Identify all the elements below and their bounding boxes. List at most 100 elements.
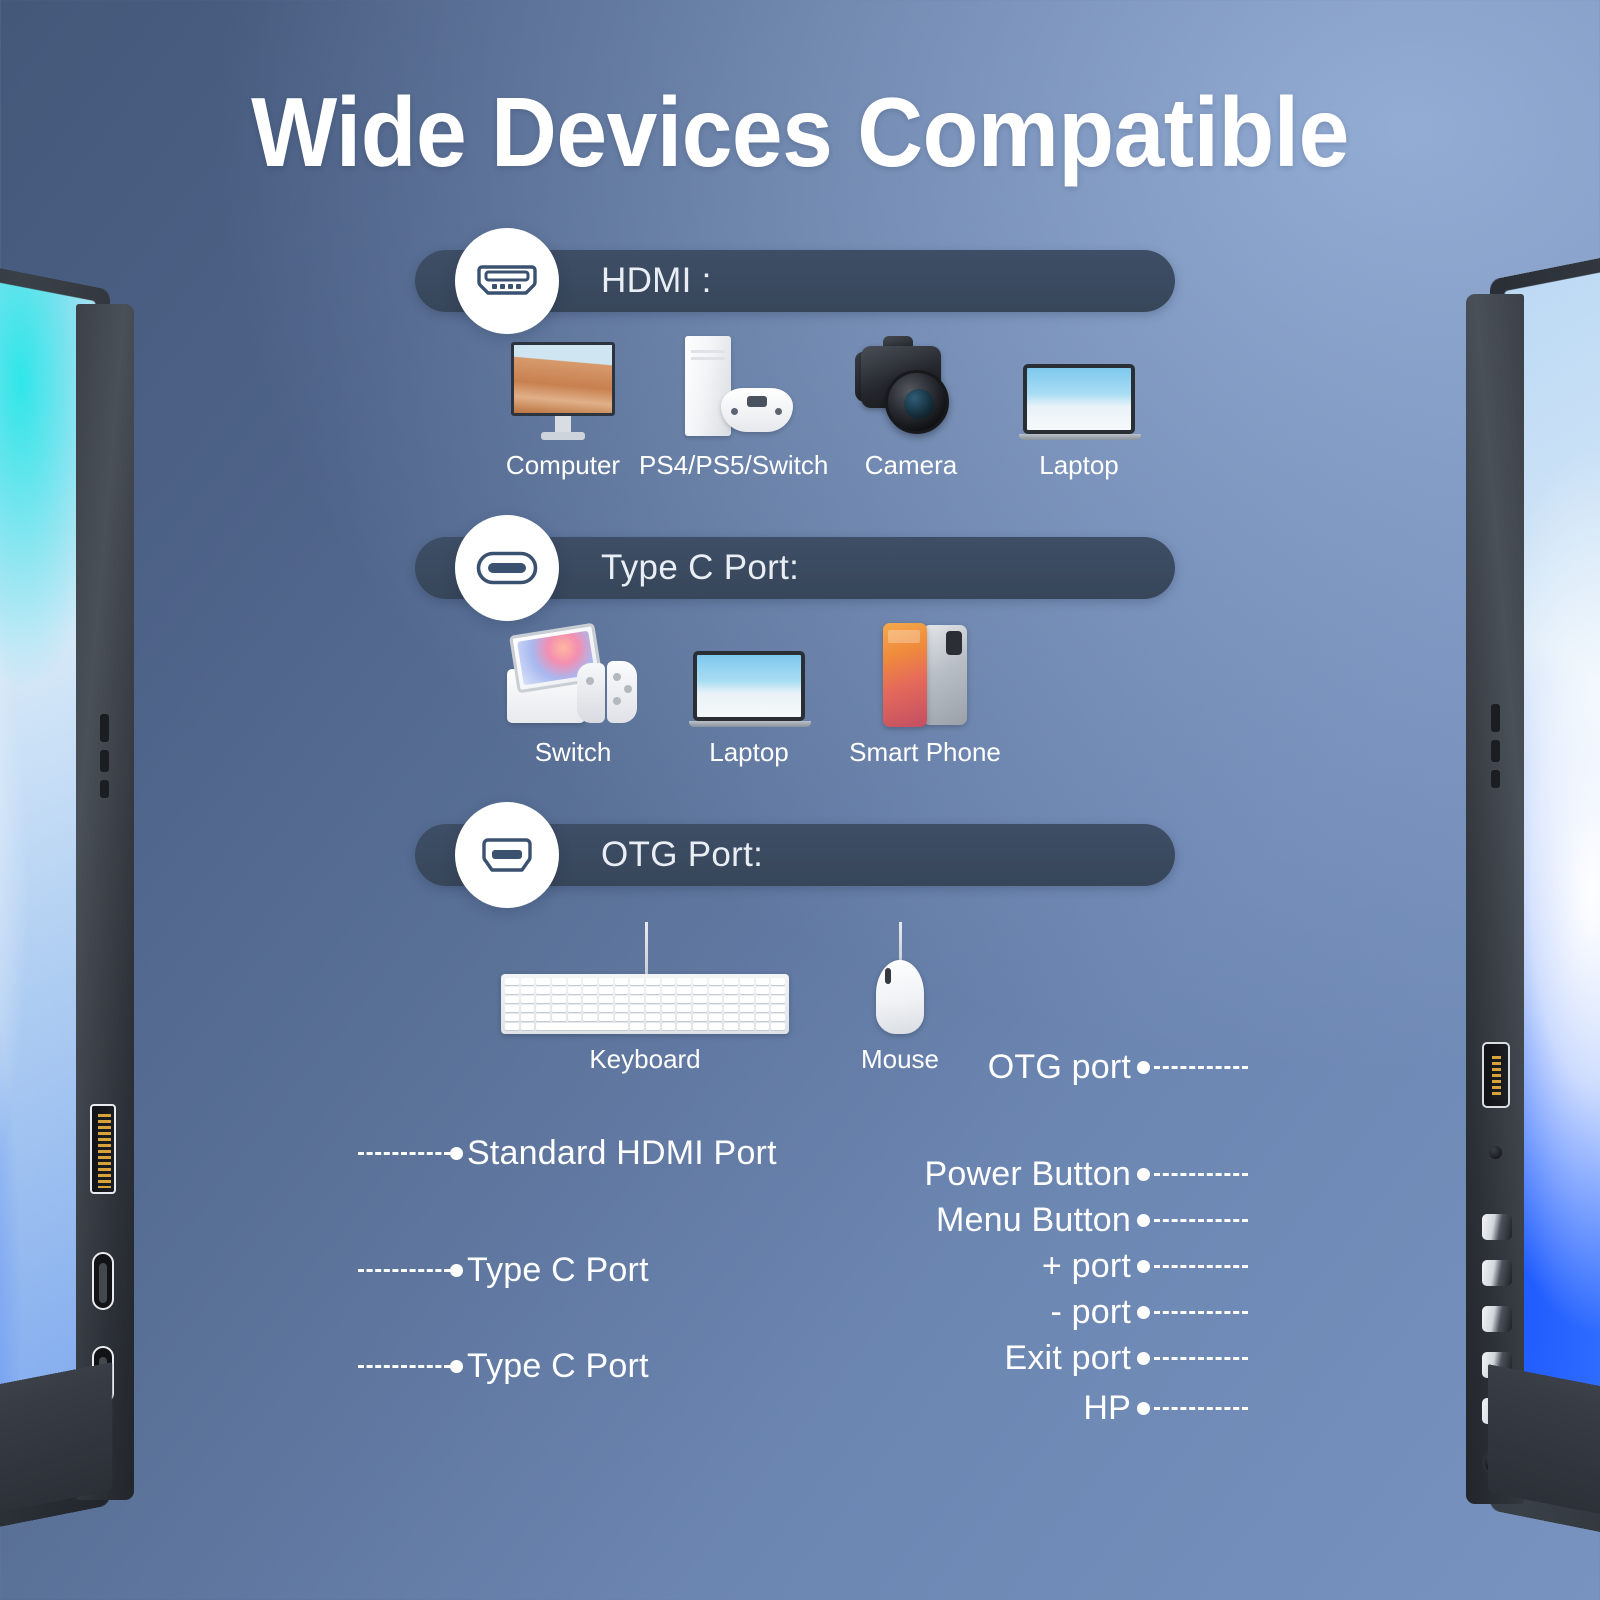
plus-button[interactable] — [1482, 1306, 1512, 1332]
callout-label: Menu Button — [936, 1201, 1131, 1239]
leader-dot — [1137, 1306, 1150, 1319]
callout-label: Power Button — [924, 1155, 1131, 1193]
device-label: Computer — [505, 450, 621, 480]
laptop-icon — [689, 651, 811, 727]
callout-label: + port — [1041, 1247, 1131, 1285]
vent-slot-icon — [100, 714, 109, 742]
section-header-otg: OTG Port: — [415, 802, 1175, 908]
page-title: Wide Devices Compatible — [251, 77, 1349, 187]
led-indicator-icon — [1489, 1146, 1502, 1159]
device-label: Laptop — [1039, 450, 1119, 480]
otg-port-icon — [455, 802, 559, 908]
vent-slot-icon — [1491, 704, 1500, 732]
desktop-monitor-icon — [511, 342, 615, 440]
device-laptop-c: Laptop — [661, 615, 837, 768]
mouse-icon — [864, 922, 936, 1034]
device-computer: Computer — [487, 328, 639, 481]
callout-label: HP — [1083, 1389, 1131, 1427]
dslr-camera-icon — [855, 336, 967, 440]
callout-hdmi-port: Standard HDMI Port — [358, 1134, 777, 1173]
vent-slot-icon — [1491, 770, 1500, 788]
leader-line — [1154, 1407, 1248, 1410]
vent-slot-icon — [100, 750, 109, 772]
laptop-icon — [1019, 364, 1141, 440]
device-camera: Camera — [827, 328, 995, 481]
leader-dot — [1137, 1061, 1150, 1074]
otg-port[interactable] — [1482, 1042, 1510, 1108]
device-label: Smart Phone — [849, 737, 1001, 767]
left-monitor-bottom-bezel — [0, 1362, 112, 1600]
leader-line — [1154, 1311, 1248, 1314]
keyboard-icon — [501, 922, 789, 1034]
device-label: Switch — [534, 737, 612, 767]
callout-label: Type C Port — [467, 1251, 649, 1289]
callout-headphone: HP — [1083, 1389, 1248, 1428]
leader-dot — [450, 1264, 463, 1277]
device-label: Laptop — [709, 737, 789, 767]
device-switch: Switch — [485, 615, 661, 768]
game-console-icon — [669, 336, 797, 440]
left-monitor — [0, 222, 370, 1600]
callout-minus-port: - port — [1050, 1293, 1248, 1332]
leader-line — [1154, 1357, 1248, 1360]
leader-line — [358, 1365, 450, 1368]
callout-menu-button: Menu Button — [936, 1201, 1248, 1240]
leader-dot — [450, 1360, 463, 1373]
callout-label: OTG port — [987, 1048, 1131, 1086]
compatibility-panel: HDMI : Computer PS4/PS5/Switch Camera La… — [415, 228, 1175, 1075]
section-header-hdmi: HDMI : — [415, 228, 1175, 334]
device-phone: Smart Phone — [837, 615, 1013, 768]
vent-slot-icon — [100, 780, 109, 798]
usb-c-port-icon — [455, 515, 559, 621]
callout-exit-port: Exit port — [1004, 1339, 1248, 1378]
leader-line — [1154, 1173, 1248, 1176]
callout-type-c-upper: Type C Port — [358, 1251, 649, 1290]
leader-line — [1154, 1219, 1248, 1222]
device-label: Camera — [864, 450, 958, 480]
nintendo-switch-icon — [503, 622, 643, 727]
smartphone-icon — [879, 623, 971, 727]
power-button[interactable] — [1482, 1214, 1512, 1240]
callout-label: - port — [1050, 1293, 1131, 1331]
leader-dot — [1137, 1352, 1150, 1365]
callout-power-button: Power Button — [924, 1155, 1248, 1194]
device-mouse: Mouse — [795, 910, 1005, 1075]
leader-dot — [1137, 1402, 1150, 1415]
leader-dot — [1137, 1214, 1150, 1227]
right-monitor-side-panel — [1466, 294, 1524, 1504]
right-monitor — [1230, 212, 1600, 1600]
left-monitor-side-panel — [76, 304, 134, 1500]
section-label-otg: OTG Port: — [601, 835, 764, 874]
device-row-typec: Switch Laptop Smart Phone — [485, 615, 1175, 768]
callout-type-c-lower: Type C Port — [358, 1347, 649, 1386]
device-label: Mouse — [860, 1044, 940, 1074]
section-label-typec: Type C Port: — [601, 548, 800, 587]
hdmi-port[interactable] — [90, 1104, 116, 1194]
callout-plus-port: + port — [1042, 1247, 1248, 1286]
callout-label: Type C Port — [467, 1347, 649, 1385]
leader-line — [358, 1269, 450, 1272]
section-label-hdmi: HDMI : — [601, 261, 712, 300]
device-laptop: Laptop — [995, 328, 1163, 481]
device-keyboard: Keyboard — [495, 910, 795, 1075]
leader-line — [1154, 1265, 1248, 1268]
vent-slot-icon — [1491, 740, 1500, 762]
leader-line — [358, 1152, 450, 1155]
menu-button[interactable] — [1482, 1260, 1512, 1286]
device-label: Keyboard — [589, 1044, 701, 1074]
section-header-typec: Type C Port: — [415, 515, 1175, 621]
device-label: PS4/PS5/Switch — [639, 450, 829, 480]
device-row-hdmi: Computer PS4/PS5/Switch Camera Laptop — [487, 328, 1175, 481]
callout-label: Standard HDMI Port — [467, 1134, 777, 1172]
leader-dot — [450, 1147, 463, 1160]
leader-dot — [1137, 1168, 1150, 1181]
usb-c-port-upper[interactable] — [92, 1252, 114, 1310]
leader-dot — [1137, 1260, 1150, 1273]
callout-otg-port: OTG port — [988, 1048, 1248, 1087]
hdmi-port-icon — [455, 228, 559, 334]
leader-line — [1154, 1066, 1248, 1069]
right-monitor-bottom-bezel — [1488, 1364, 1600, 1600]
infographic-canvas: Wide Devices Compatible HDMI : Computer … — [0, 0, 1600, 1600]
device-console: PS4/PS5/Switch — [639, 328, 829, 481]
callout-label: Exit port — [1004, 1339, 1131, 1377]
